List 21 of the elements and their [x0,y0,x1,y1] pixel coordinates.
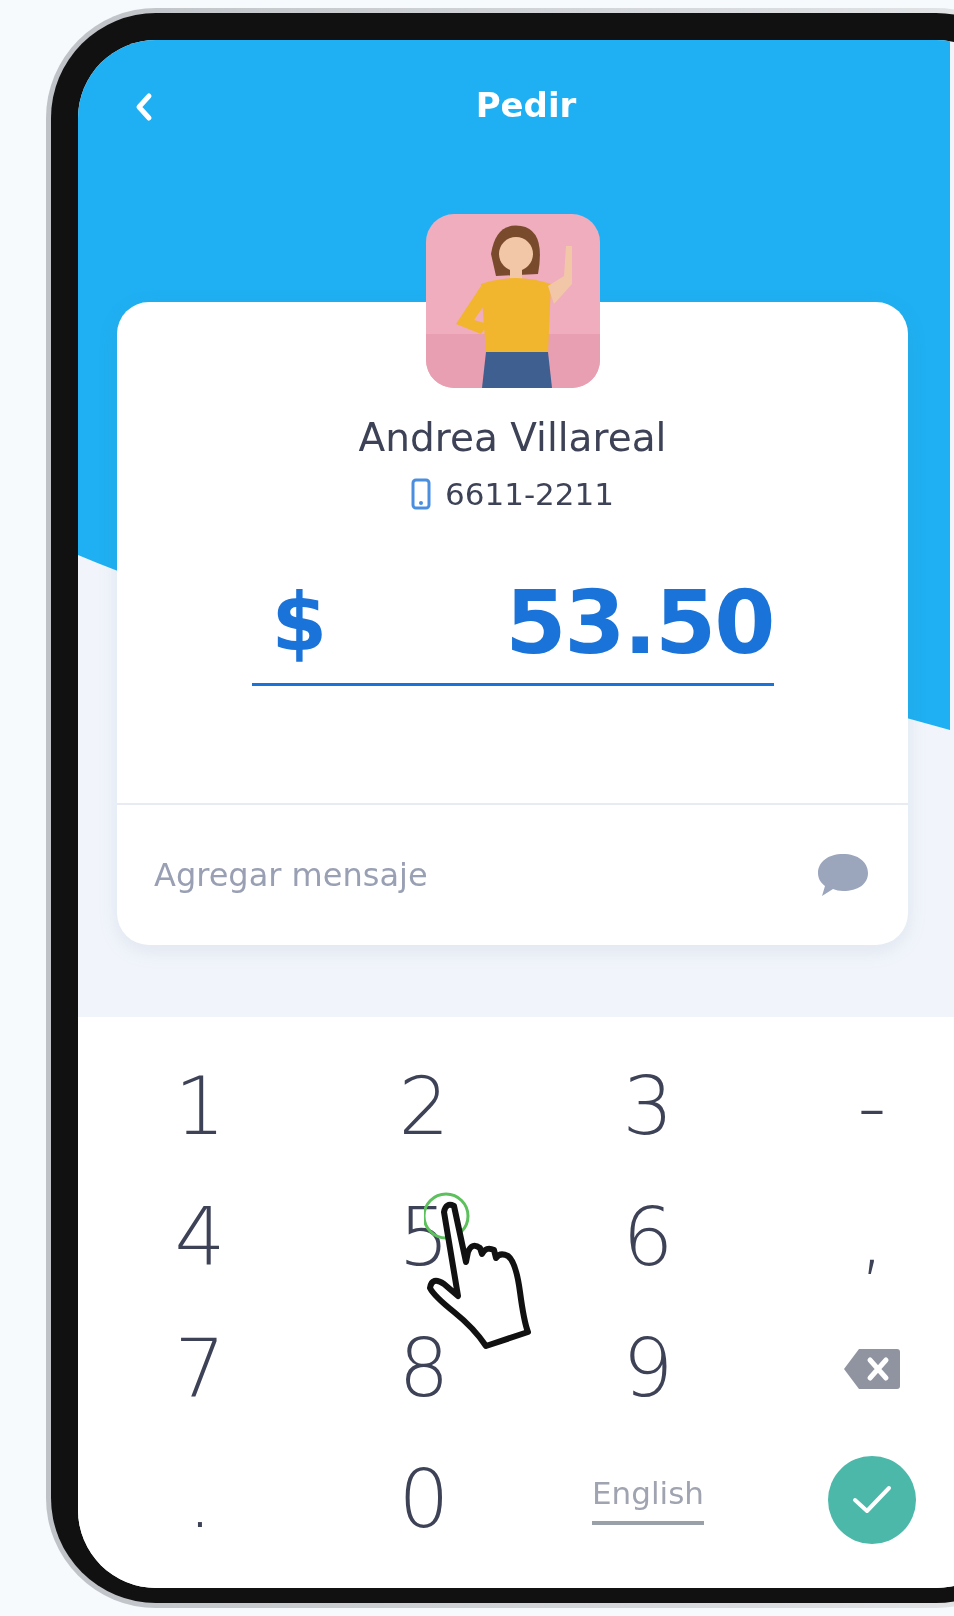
keypad-key[interactable]: 2 [392,1066,456,1147]
phone-number: 6611-2211 [445,475,614,514]
keypad-key[interactable]: 8 [392,1328,456,1409]
mobile-phone-icon [411,478,431,510]
keypad-key[interactable]: 3 [616,1066,680,1147]
keypad-key[interactable]: , [853,1197,891,1278]
keypad-key[interactable]: 0 [392,1459,456,1540]
screen-title: Pedir [475,85,577,125]
back-icon[interactable] [134,92,154,122]
keypad-key[interactable]: - [851,1066,893,1147]
keypad-key[interactable]: . [181,1459,219,1540]
keypad-key[interactable]: 4 [168,1197,232,1278]
keypad-key[interactable]: 9 [616,1328,680,1409]
keypad-key[interactable]: 7 [168,1328,232,1409]
contact-name: Andrea Villareal [358,414,667,462]
keypad-key[interactable]: 1 [168,1066,232,1147]
checkmark-icon [852,1484,892,1515]
keypad-key[interactable]: 6 [616,1197,680,1278]
backspace-icon[interactable] [843,1347,901,1390]
amount-field[interactable]: $ 53.50 [251,562,774,686]
chat-bubble-icon[interactable] [816,852,870,898]
